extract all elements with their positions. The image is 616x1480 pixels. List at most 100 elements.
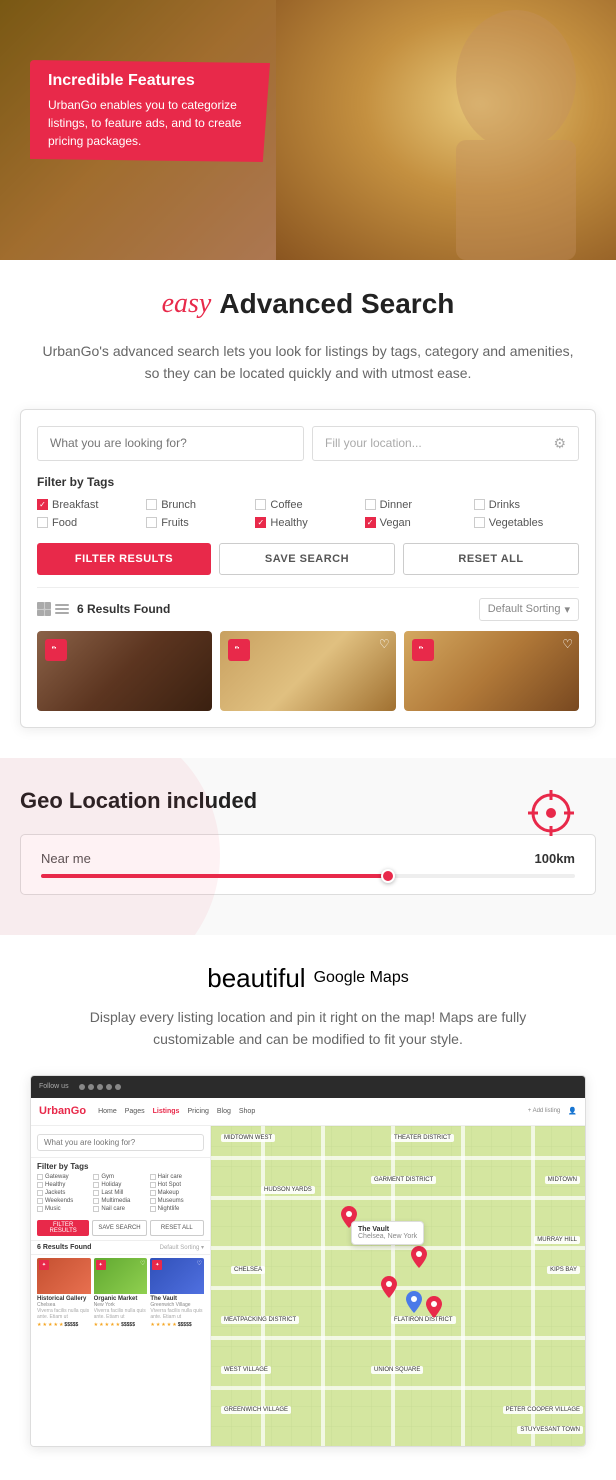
social-icon-3[interactable]	[97, 1084, 103, 1090]
map-tag-nightlife[interactable]: Nightlife	[150, 1206, 204, 1212]
map-cb-jackets[interactable]	[37, 1190, 43, 1196]
social-icon-1[interactable]	[79, 1084, 85, 1090]
map-top-bar: Follow us	[31, 1076, 585, 1098]
map-cb-lastmill[interactable]	[93, 1190, 99, 1196]
map-cb-nightlife[interactable]	[150, 1206, 156, 1212]
social-icons	[79, 1084, 121, 1090]
map-tag-gateway[interactable]: Gateway	[37, 1174, 91, 1180]
map-reset-button[interactable]: RESET ALL	[150, 1220, 204, 1236]
map-cb-music[interactable]	[37, 1206, 43, 1212]
tag-checkbox-fruits[interactable]	[146, 517, 157, 528]
map-save-button[interactable]: SAVE SEARCH	[92, 1220, 146, 1236]
tag-checkbox-food[interactable]	[37, 517, 48, 528]
tag-breakfast[interactable]: ✓ Breakfast	[37, 499, 142, 511]
tag-food[interactable]: Food	[37, 517, 142, 529]
map-cb-nailcare[interactable]	[93, 1206, 99, 1212]
listing-card-3[interactable]: ♡	[404, 631, 579, 711]
tag-checkbox-brunch[interactable]	[146, 499, 157, 510]
map-card-heart-2[interactable]: ♡	[140, 1260, 145, 1267]
map-tag-hotspot[interactable]: Hot Spot	[150, 1182, 204, 1188]
map-cb-healthy2[interactable]	[37, 1182, 43, 1188]
map-cb-multimedia[interactable]	[93, 1198, 99, 1204]
tag-vegetables[interactable]: Vegetables	[474, 517, 579, 529]
tag-checkbox-healthy[interactable]: ✓	[255, 517, 266, 528]
listing-card-1[interactable]	[37, 631, 212, 711]
nav-blog[interactable]: Blog	[217, 1108, 231, 1115]
map-cb-gym[interactable]	[93, 1174, 99, 1180]
social-icon-2[interactable]	[88, 1084, 94, 1090]
map-cb-holiday[interactable]	[93, 1182, 99, 1188]
distance-slider[interactable]	[41, 874, 575, 878]
grid-view-icon[interactable]	[37, 602, 51, 616]
list-view-icon[interactable]	[55, 602, 69, 616]
gear-icon[interactable]: ⚙	[553, 435, 566, 452]
map-tag-lastmill[interactable]: Last Mill	[93, 1190, 147, 1196]
tag-checkbox-vegan[interactable]: ✓	[365, 517, 376, 528]
map-tag-makeup[interactable]: Makeup	[150, 1190, 204, 1196]
map-filter-button[interactable]: FILTER RESULTS	[37, 1220, 89, 1236]
tag-coffee[interactable]: Coffee	[255, 499, 360, 511]
map-tag-gym[interactable]: Gym	[93, 1174, 147, 1180]
map-tag-museums[interactable]: Museums	[150, 1198, 204, 1204]
map-label-greenwich: GREENWICH VILLAGE	[221, 1406, 291, 1414]
nav-listings[interactable]: Listings	[153, 1108, 180, 1115]
filter-results-button[interactable]: FILTER RESULTS	[37, 543, 211, 575]
sort-dropdown[interactable]: Default Sorting ▾	[479, 598, 579, 621]
tag-drinks[interactable]: Drinks	[474, 499, 579, 511]
map-tag-music[interactable]: Music	[37, 1206, 91, 1212]
map-card-2[interactable]: ✦ ♡ Organic Market New York Viverra faci…	[94, 1258, 148, 1328]
map-card-heart-3[interactable]: ♡	[197, 1260, 202, 1267]
nav-shop[interactable]: Shop	[239, 1108, 255, 1115]
map-tag-healthy2[interactable]: Healthy	[37, 1182, 91, 1188]
tag-checkbox-coffee[interactable]	[255, 499, 266, 510]
nav-pricing[interactable]: Pricing	[187, 1108, 208, 1115]
nav-home[interactable]: Home	[98, 1108, 117, 1115]
save-search-button[interactable]: SAVE SEARCH	[219, 543, 395, 575]
map-sort[interactable]: Default Sorting ▾	[160, 1244, 204, 1251]
map-cb-hotspot[interactable]	[150, 1182, 156, 1188]
tag-label-dinner: Dinner	[380, 499, 412, 511]
map-card-price-2: $$$$$	[121, 1322, 135, 1328]
heart-icon-3[interactable]: ♡	[562, 637, 573, 651]
map-tag-haircare[interactable]: Hair care	[150, 1174, 204, 1180]
search-input[interactable]	[37, 426, 304, 461]
social-icon-5[interactable]	[115, 1084, 121, 1090]
maps-heading-title: Google Maps	[314, 969, 409, 987]
reset-all-button[interactable]: RESET ALL	[403, 543, 579, 575]
map-tag-holiday[interactable]: Holiday	[93, 1182, 147, 1188]
map-cb-museums[interactable]	[150, 1198, 156, 1204]
follow-us-text: Follow us	[39, 1083, 69, 1090]
tag-brunch[interactable]: Brunch	[146, 499, 251, 511]
location-input[interactable]: Fill your location... ⚙	[312, 426, 579, 461]
maps-subtitle: Display every listing location and pin i…	[20, 1006, 596, 1075]
map-tag-weekends[interactable]: Weekends	[37, 1198, 91, 1204]
map-cb-haircare[interactable]	[150, 1174, 156, 1180]
nav-pages[interactable]: Pages	[125, 1108, 145, 1115]
map-card-badge-2: ✦	[96, 1260, 106, 1270]
map-cb-makeup[interactable]	[150, 1190, 156, 1196]
map-tag-multimedia[interactable]: Multimedia	[93, 1198, 147, 1204]
tag-vegan[interactable]: ✓ Vegan	[365, 517, 470, 529]
social-icon-4[interactable]	[106, 1084, 112, 1090]
listing-card-2[interactable]: ♡	[220, 631, 395, 711]
tag-checkbox-vegetables[interactable]	[474, 517, 485, 528]
heart-icon-2[interactable]: ♡	[379, 637, 390, 651]
tag-checkbox-dinner[interactable]	[365, 499, 376, 510]
add-listing-btn[interactable]: + Add listing	[528, 1108, 561, 1114]
map-tag-nailcare[interactable]: Nail care	[93, 1206, 147, 1212]
map-cb-gateway[interactable]	[37, 1174, 43, 1180]
map-tag-jackets[interactable]: Jackets	[37, 1190, 91, 1196]
tag-fruits[interactable]: Fruits	[146, 517, 251, 529]
tag-dinner[interactable]: Dinner	[365, 499, 470, 511]
map-results-count: 6 Results Found	[37, 1244, 91, 1251]
map-card-3[interactable]: ✦ ♡ The Vault Greenwich Village Viverra …	[150, 1258, 204, 1328]
user-icon[interactable]: 👤	[568, 1107, 577, 1115]
map-cb-weekends[interactable]	[37, 1198, 43, 1204]
slider-thumb[interactable]	[381, 869, 395, 883]
map-search-input[interactable]	[37, 1134, 204, 1151]
card-image-3: ♡	[404, 631, 579, 711]
map-card-1[interactable]: ✦ Historical Gallery Chelsea Viverra fac…	[37, 1258, 91, 1328]
tag-healthy[interactable]: ✓ Healthy	[255, 517, 360, 529]
tag-checkbox-drinks[interactable]	[474, 499, 485, 510]
tag-checkbox-breakfast[interactable]: ✓	[37, 499, 48, 510]
